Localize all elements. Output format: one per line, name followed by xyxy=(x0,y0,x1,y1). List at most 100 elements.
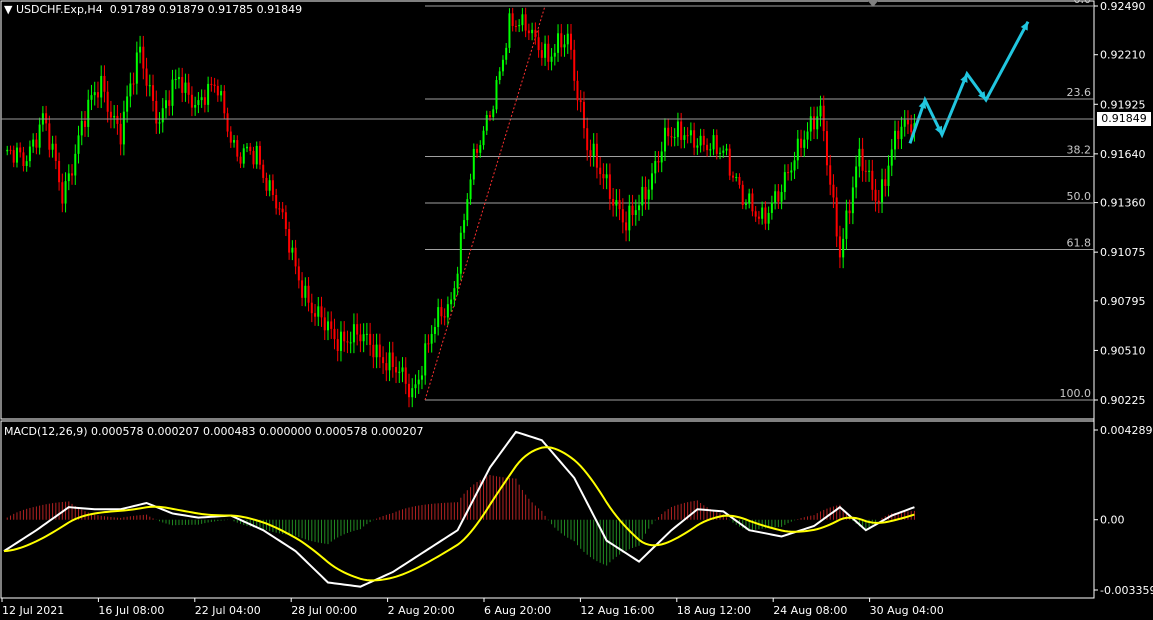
candle-body xyxy=(210,83,213,85)
time-tick-label: 12 Jul 2021 xyxy=(2,604,64,617)
candle-body xyxy=(589,150,592,156)
candle-body xyxy=(712,135,715,150)
candle-body xyxy=(508,13,511,48)
candle-body xyxy=(783,172,786,193)
candle-body xyxy=(443,316,446,318)
candle-body xyxy=(190,94,193,108)
candle-body xyxy=(171,79,174,106)
candle-body xyxy=(291,247,294,253)
candle-body xyxy=(346,341,349,343)
candle-body xyxy=(832,184,835,198)
candle-body xyxy=(595,143,598,168)
candle-body xyxy=(706,144,709,151)
candle-body xyxy=(25,161,28,167)
time-tick-label: 22 Jul 04:00 xyxy=(195,604,261,617)
candle-body xyxy=(67,173,70,182)
candle-body xyxy=(602,174,605,179)
candle-body xyxy=(323,317,326,331)
candle-body xyxy=(304,285,307,298)
candle-body xyxy=(54,143,57,161)
candle-body xyxy=(61,182,64,204)
candle-body xyxy=(356,324,359,335)
candle-body xyxy=(336,339,339,351)
candle-body xyxy=(408,383,410,398)
candle-body xyxy=(793,160,796,171)
candle-body xyxy=(757,216,760,219)
candle-body xyxy=(884,179,887,186)
candle-body xyxy=(378,344,381,358)
candle-body xyxy=(161,108,164,123)
candle-body xyxy=(511,13,514,26)
candle-body xyxy=(15,147,18,163)
candle-body xyxy=(647,189,650,200)
macd-tick-label: -0.003359 xyxy=(1100,584,1153,597)
price-tick-label: 0.91640 xyxy=(1100,148,1146,161)
candle-body xyxy=(628,205,631,231)
price-tick-label: 0.91360 xyxy=(1100,197,1146,210)
price-tick-label: 0.91925 xyxy=(1100,98,1146,111)
candle-body xyxy=(527,30,530,34)
fibo-level-label: 38.2 xyxy=(1067,144,1092,157)
candle-body xyxy=(660,151,663,163)
candle-body xyxy=(641,186,644,206)
candle-body xyxy=(262,164,265,178)
candle-body xyxy=(249,146,252,151)
candle-body xyxy=(333,328,336,340)
candle-body xyxy=(612,198,615,206)
candle-body xyxy=(881,179,884,203)
candle-body xyxy=(605,174,608,179)
candle-body xyxy=(544,43,547,58)
candle-body xyxy=(288,229,291,253)
candle-body xyxy=(890,149,893,166)
time-tick-label: 6 Aug 20:00 xyxy=(484,604,551,617)
candle-body xyxy=(586,128,589,151)
candle-body xyxy=(819,105,822,117)
candle-body xyxy=(676,121,679,138)
candle-body xyxy=(495,80,498,110)
candle-body xyxy=(453,288,456,300)
macd-tick-label: 0.004289 xyxy=(1100,424,1153,437)
time-tick-label: 28 Jul 00:00 xyxy=(291,604,357,617)
candle-body xyxy=(689,130,692,136)
candle-body xyxy=(894,130,896,150)
fibo-level-label: 23.6 xyxy=(1067,86,1092,99)
candle-body xyxy=(829,165,832,185)
candle-body xyxy=(200,97,203,101)
candle-body xyxy=(835,197,838,237)
candle-body xyxy=(557,33,560,53)
candle-body xyxy=(48,123,51,150)
candle-body xyxy=(362,334,365,342)
price-axis[interactable]: 0.92490 0.92210 0.91925 0.91640 0.91360 0.910… xyxy=(1094,0,1146,407)
candle-body xyxy=(634,210,637,215)
candle-body xyxy=(683,135,686,140)
candle-body xyxy=(213,84,216,86)
price-chart[interactable]: 0.023.638.250.061.8100.0 0.924900.922100… xyxy=(0,0,1153,620)
dropdown-triangle-icon[interactable]: ▼ xyxy=(4,3,12,16)
candle-body xyxy=(485,114,488,131)
candle-body xyxy=(382,357,385,364)
candle-body xyxy=(119,123,122,145)
candle-body xyxy=(239,156,242,164)
candle-body xyxy=(19,147,22,153)
candle-body xyxy=(903,119,906,127)
candle-body xyxy=(472,148,475,180)
candle-body xyxy=(887,165,890,186)
candle-body xyxy=(547,43,550,62)
candle-body xyxy=(417,379,420,385)
candle-body xyxy=(12,150,15,163)
candle-body xyxy=(103,75,106,92)
candle-body xyxy=(537,37,540,51)
candle-body xyxy=(670,136,673,138)
candle-body xyxy=(732,175,734,178)
candle-body xyxy=(754,211,757,217)
candle-body xyxy=(874,189,877,201)
candle-body xyxy=(310,302,313,314)
time-tick-label: 30 Aug 04:00 xyxy=(870,604,944,617)
candle-body xyxy=(851,187,854,214)
candle-body xyxy=(579,100,582,102)
candle-body xyxy=(258,145,261,165)
candle-body xyxy=(255,145,258,165)
candle-body xyxy=(615,200,618,206)
candle-body xyxy=(573,49,576,81)
price-tick-label: 0.90510 xyxy=(1100,344,1146,357)
